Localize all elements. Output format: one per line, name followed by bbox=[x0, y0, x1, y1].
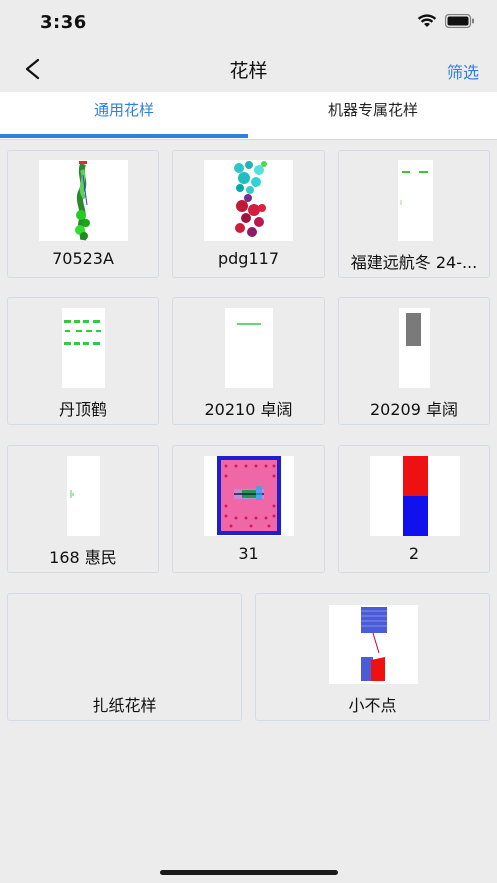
page-title: 花样 bbox=[229, 60, 268, 82]
pattern-name: 2 bbox=[408, 544, 420, 563]
pattern-thumbnail bbox=[225, 308, 273, 388]
pattern-card[interactable]: 福建远航冬 24-... bbox=[338, 150, 490, 278]
pattern-thumbnail bbox=[62, 308, 105, 388]
pattern-name: pdg117 bbox=[217, 249, 279, 268]
filter-button[interactable]: 筛选 bbox=[447, 59, 479, 83]
status-time: 3:36 bbox=[40, 12, 87, 33]
pattern-thumbnail bbox=[67, 456, 100, 536]
pattern-card[interactable]: 31 bbox=[172, 445, 325, 573]
tab-active-indicator bbox=[0, 134, 248, 138]
pattern-thumbnail bbox=[204, 456, 294, 536]
tab-bar: 通用花样 机器专属花样 bbox=[0, 92, 497, 140]
pattern-card[interactable]: 168 惠民 bbox=[7, 445, 159, 573]
pattern-name: 小不点 bbox=[348, 696, 397, 715]
pattern-card[interactable]: 小不点 bbox=[255, 593, 490, 721]
pattern-name: 20210 卓阔 bbox=[204, 400, 293, 419]
home-indicator[interactable] bbox=[160, 870, 338, 875]
pattern-name: 丹顶鹤 bbox=[58, 400, 107, 419]
status-bar: 3:36 bbox=[0, 0, 497, 46]
pattern-thumbnail bbox=[370, 456, 460, 536]
pattern-card[interactable]: 丹顶鹤 bbox=[7, 297, 159, 425]
pattern-name: 福建远航冬 24-... bbox=[350, 253, 478, 272]
tab-machine-patterns[interactable]: 机器专属花样 bbox=[249, 92, 497, 139]
pattern-name: 31 bbox=[238, 544, 259, 563]
pattern-thumbnail bbox=[399, 308, 430, 388]
pattern-name: 扎纸花样 bbox=[92, 696, 157, 715]
pattern-card[interactable]: 20210 卓阔 bbox=[172, 297, 325, 425]
pattern-thumbnail bbox=[398, 160, 433, 241]
pattern-name: 20209 卓阔 bbox=[370, 400, 458, 419]
pattern-card[interactable]: pdg117 bbox=[172, 150, 325, 278]
pattern-card[interactable]: 70523A bbox=[7, 150, 159, 278]
pattern-card[interactable]: 20209 卓阔 bbox=[338, 297, 490, 425]
battery-icon bbox=[445, 14, 474, 28]
pattern-name: 168 惠民 bbox=[49, 548, 117, 567]
pattern-thumbnail bbox=[204, 160, 293, 241]
pattern-thumbnail bbox=[329, 605, 418, 684]
status-icons bbox=[417, 14, 475, 28]
nav-bar: 花样 筛选 bbox=[0, 46, 497, 92]
tab-general-patterns[interactable]: 通用花样 bbox=[0, 92, 248, 139]
pattern-card[interactable]: 扎纸花样 bbox=[7, 593, 242, 721]
pattern-name: 70523A bbox=[52, 249, 114, 268]
wifi-icon bbox=[417, 14, 437, 27]
pattern-card[interactable]: 2 bbox=[338, 445, 490, 573]
pattern-thumbnail bbox=[39, 160, 128, 241]
